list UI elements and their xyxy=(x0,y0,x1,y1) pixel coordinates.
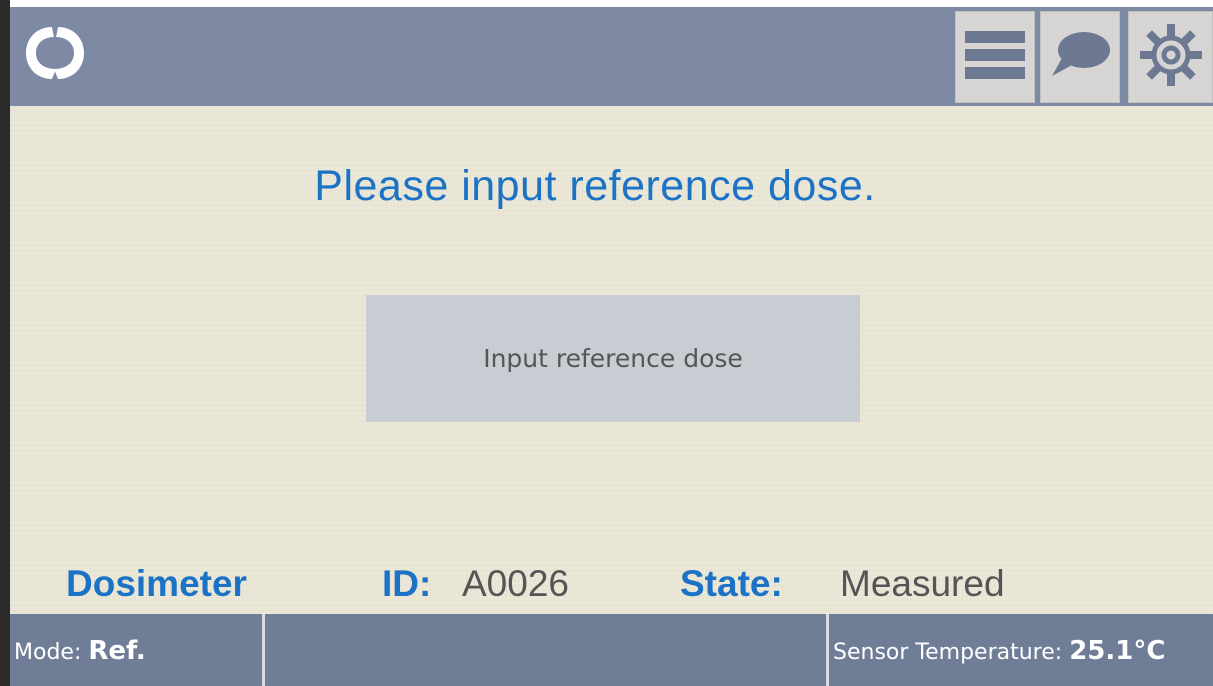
menu-button[interactable] xyxy=(955,11,1035,103)
status-divider xyxy=(826,614,829,686)
settings-button[interactable] xyxy=(1128,11,1213,103)
state-value: Measured xyxy=(840,563,1005,604)
device-screen: Please input reference dose. Input refer… xyxy=(10,7,1213,686)
mode-indicator: Mode: Ref. xyxy=(14,636,146,666)
id-label: ID: xyxy=(382,563,432,604)
device-bezel-top xyxy=(0,0,1213,7)
state-label: State: xyxy=(680,563,783,604)
dosimeter-info-row: Dosimeter ID: A0026 State: Measured xyxy=(10,563,1213,613)
device-bezel-left xyxy=(0,0,10,686)
instruction-prompt: Please input reference dose. xyxy=(314,162,876,210)
app-logo-icon[interactable] xyxy=(22,21,88,85)
input-reference-dose-button[interactable]: Input reference dose xyxy=(366,295,860,422)
input-reference-dose-label: Input reference dose xyxy=(483,344,743,373)
top-bar xyxy=(10,7,1213,106)
temperature-label: Sensor Temperature: xyxy=(833,640,1063,665)
status-divider xyxy=(262,614,265,686)
mode-value: Ref. xyxy=(88,636,146,666)
messages-button[interactable] xyxy=(1040,11,1120,103)
gear-icon xyxy=(1138,22,1204,92)
dosimeter-label: Dosimeter xyxy=(66,563,247,604)
hamburger-menu-icon xyxy=(963,25,1027,89)
speech-bubble-icon xyxy=(1048,28,1112,86)
temperature-value: 25.1°C xyxy=(1069,636,1166,666)
id-value: A0026 xyxy=(462,563,569,604)
sensor-temperature: Sensor Temperature: 25.1°C xyxy=(833,636,1165,666)
mode-label: Mode: xyxy=(14,640,82,665)
status-bar: Mode: Ref. Sensor Temperature: 25.1°C xyxy=(10,614,1213,686)
